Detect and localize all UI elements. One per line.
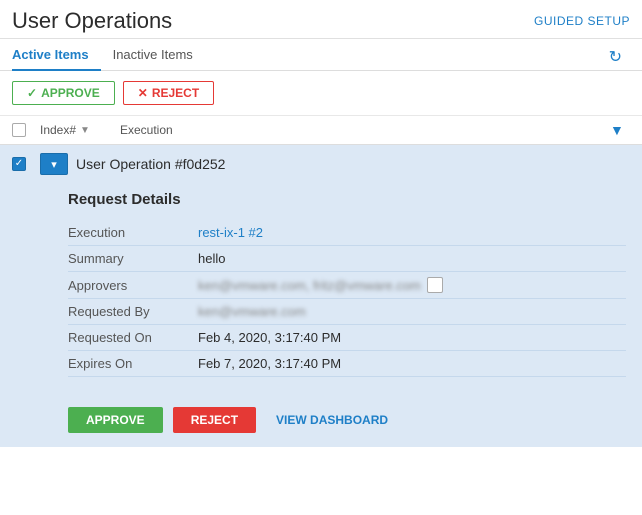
label-summary: Summary [68,251,198,266]
table-row: ✓ ▾ User Operation #f0d252 [0,145,642,183]
value-requested-on: Feb 4, 2020, 3:17:40 PM [198,330,341,345]
detail-row-summary: Summary hello [68,246,626,272]
tab-inactive-items[interactable]: Inactive Items [113,39,205,70]
approvers-text: ken@vmware.com, fritz@vmware.com [198,278,421,293]
row-title: User Operation #f0d252 [76,156,225,172]
label-requested-by: Requested By [68,304,198,319]
checkmark-icon: ✓ [15,159,23,169]
row-checkbox[interactable]: ✓ [12,157,26,171]
bottom-actions: APPROVE REJECT VIEW DASHBOARD [0,393,642,447]
detail-row-approvers: Approvers ken@vmware.com, fritz@vmware.c… [68,272,626,299]
value-requested-by: ken@vmware.com [198,304,306,319]
detail-row-requested-by: Requested By ken@vmware.com [68,299,626,325]
column-header-execution: Execution [120,123,610,137]
row-checkbox-cell: ✓ [12,157,40,171]
column-header-index[interactable]: Index# ▼ [40,123,120,137]
label-requested-on: Requested On [68,330,198,345]
label-approvers: Approvers [68,278,198,293]
approve-top-button[interactable]: ✓ APPROVE [12,81,115,105]
tab-active-items[interactable]: Active Items [12,39,101,70]
table-header: Index# ▼ Execution ▼ [0,116,642,145]
row-container: ✓ ▾ User Operation #f0d252 Request Detai… [0,145,642,447]
select-all-checkbox[interactable] [12,123,26,137]
detail-row-execution: Execution rest-ix-1 #2 [68,220,626,246]
view-dashboard-button[interactable]: VIEW DASHBOARD [266,407,398,433]
value-execution[interactable]: rest-ix-1 #2 [198,225,263,240]
guided-setup-link[interactable]: GUIDED SETUP [534,14,630,28]
reject-bottom-button[interactable]: REJECT [173,407,256,433]
reject-top-button[interactable]: ✕ REJECT [123,81,214,105]
sort-icon: ▼ [80,125,90,136]
detail-section-title: Request Details [68,191,626,208]
expand-button[interactable]: ▾ [40,153,68,175]
actions-bar: ✓ APPROVE ✕ REJECT [0,71,642,116]
value-approvers: ken@vmware.com, fritz@vmware.com [198,277,443,293]
detail-row-expires-on: Expires On Feb 7, 2020, 3:17:40 PM [68,351,626,377]
value-expires-on: Feb 7, 2020, 3:17:40 PM [198,356,341,371]
chevron-down-icon: ▾ [51,158,57,171]
refresh-icon[interactable]: ↻ [609,47,622,67]
label-expires-on: Expires On [68,356,198,371]
approve-check-icon: ✓ [27,86,37,100]
filter-icon[interactable]: ▼ [610,122,630,138]
page-title: User Operations [12,8,172,34]
detail-panel: Request Details Execution rest-ix-1 #2 S… [0,183,642,393]
detail-row-requested-on: Requested On Feb 4, 2020, 3:17:40 PM [68,325,626,351]
label-execution: Execution [68,225,198,240]
approve-bottom-button[interactable]: APPROVE [68,407,163,433]
approvers-expand-icon[interactable] [427,277,443,293]
header-checkbox-cell [12,123,40,137]
reject-x-icon: ✕ [138,86,148,100]
page-header: User Operations GUIDED SETUP [0,0,642,39]
tabs-container: Active Items Inactive Items ↻ [0,39,642,71]
value-summary: hello [198,251,225,266]
